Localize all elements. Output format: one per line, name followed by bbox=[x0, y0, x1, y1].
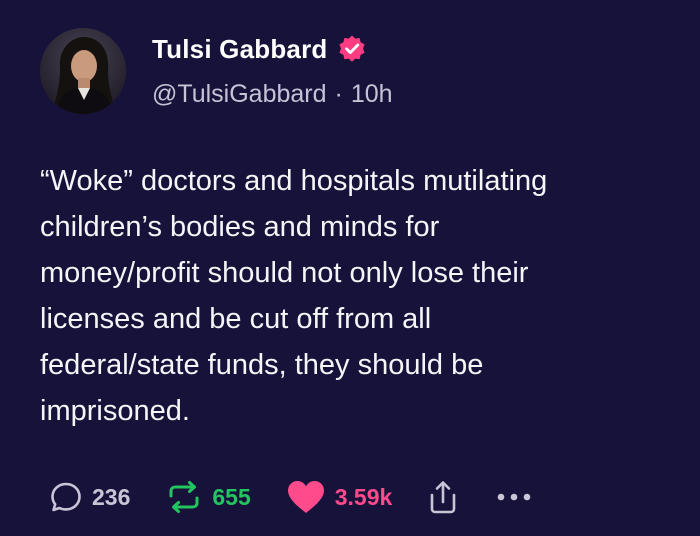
repost-count: 655 bbox=[212, 483, 251, 510]
post-timestamp[interactable]: 10h bbox=[351, 80, 393, 109]
like-button[interactable]: 3.59k bbox=[285, 478, 393, 516]
repost-button[interactable]: 655 bbox=[164, 479, 251, 515]
post-text-line: “Woke” doctors and hospitals mutilating bbox=[40, 165, 548, 197]
author-handle[interactable]: @TulsiGabbard bbox=[152, 80, 327, 109]
post-text-line: children’s bodies and minds for bbox=[40, 211, 440, 243]
heart-icon bbox=[285, 478, 327, 516]
post-text-line: money/profit should not only lose their bbox=[40, 257, 529, 289]
author-avatar[interactable] bbox=[40, 28, 126, 114]
more-icon bbox=[494, 487, 534, 507]
author-name-row: Tulsi Gabbard bbox=[152, 32, 367, 66]
repost-icon bbox=[164, 479, 204, 515]
author-meta: @TulsiGabbard · 10h bbox=[152, 80, 393, 109]
meta-separator: · bbox=[334, 80, 343, 108]
post-text-line: federal/state funds, they should be bbox=[40, 349, 484, 381]
reply-button[interactable]: 236 bbox=[48, 479, 130, 515]
share-icon bbox=[426, 478, 460, 516]
verified-badge-icon bbox=[337, 34, 367, 64]
share-button[interactable] bbox=[426, 478, 460, 516]
reply-icon bbox=[48, 479, 84, 515]
action-bar: 236 655 3.59k bbox=[48, 475, 568, 519]
more-button[interactable] bbox=[494, 487, 534, 507]
post-body: “Woke” doctors and hospitals mutilating … bbox=[40, 158, 660, 434]
like-count: 3.59k bbox=[334, 483, 393, 510]
post-card: Tulsi Gabbard @TulsiGabbard · 10h “Woke”… bbox=[0, 0, 700, 536]
author-name[interactable]: Tulsi Gabbard bbox=[152, 34, 327, 65]
reply-count: 236 bbox=[92, 483, 131, 510]
avatar-image bbox=[40, 28, 126, 114]
post-text-line: imprisoned. bbox=[40, 395, 190, 427]
post-text-line: licenses and be cut off from all bbox=[40, 303, 432, 335]
